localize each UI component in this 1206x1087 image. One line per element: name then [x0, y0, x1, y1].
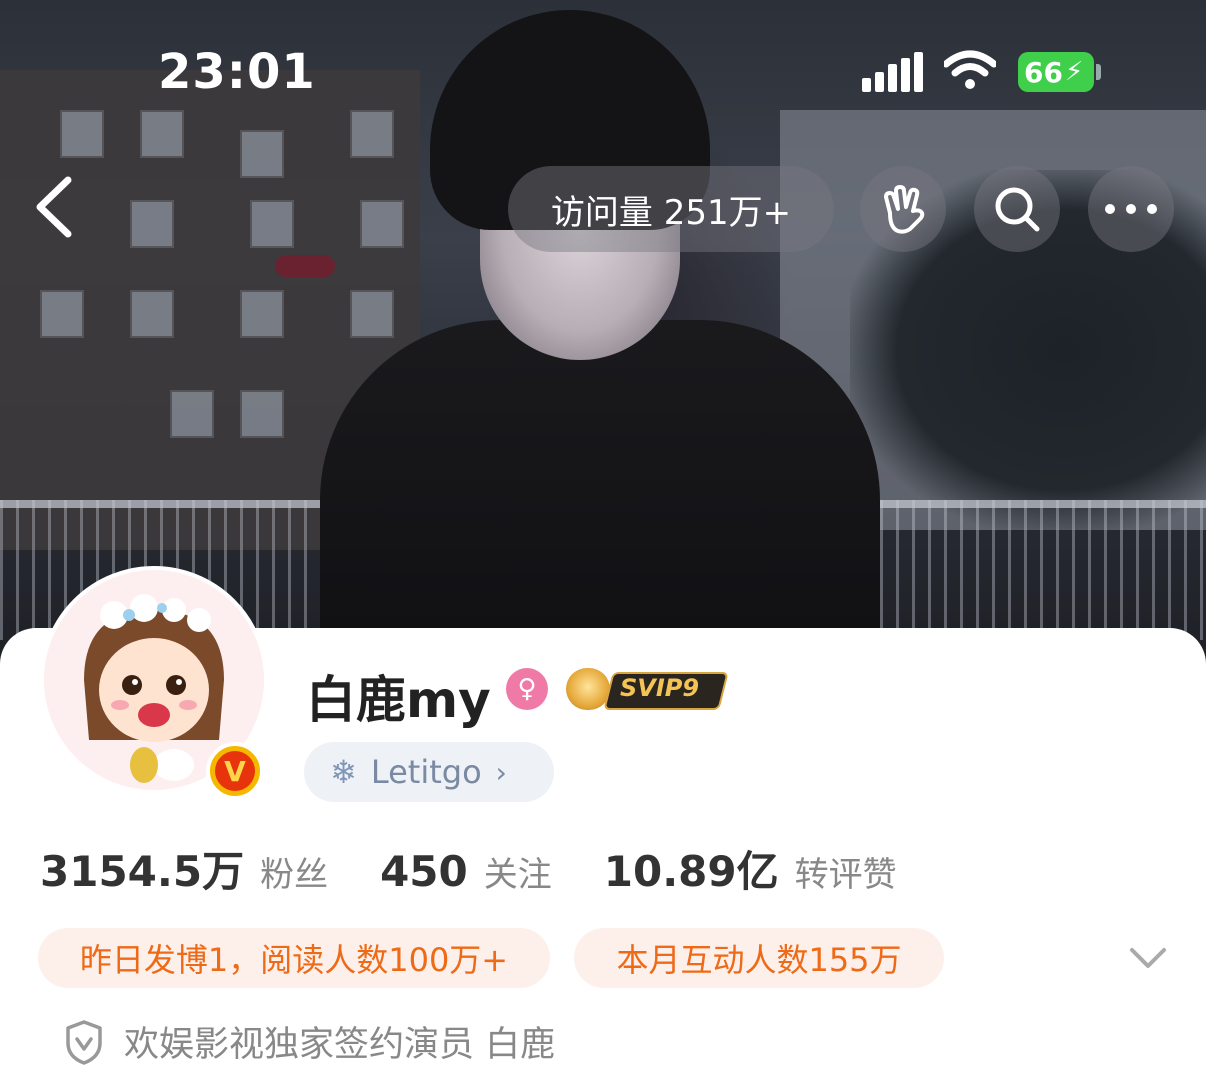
certification-text: 欢娱影视独家签约演员 白鹿	[124, 1025, 556, 1065]
followers-count[interactable]: 3154.5万	[40, 838, 244, 899]
female-icon: ♀	[506, 668, 548, 710]
window	[250, 200, 294, 248]
shield-v-icon	[66, 1019, 102, 1065]
more-button[interactable]	[1088, 166, 1174, 252]
letitgo-chip[interactable]: ❄ Letitgo ›	[304, 742, 554, 802]
window	[130, 200, 174, 248]
battery-charging-icon: 66 ⚡	[1018, 52, 1094, 92]
back-arrow-icon[interactable]	[30, 176, 80, 238]
window	[240, 390, 284, 438]
window	[240, 130, 284, 178]
search-icon	[995, 187, 1040, 232]
chevron-down-icon[interactable]	[1128, 946, 1168, 970]
chevron-right-icon: ›	[495, 755, 507, 789]
window	[40, 290, 84, 338]
chip-label: Letitgo	[370, 753, 482, 791]
username: 白鹿my	[306, 671, 491, 729]
svip-badge[interactable]: SVIP9	[566, 668, 729, 710]
svip-label: SVIP9	[620, 674, 700, 702]
status-time: 23:01	[158, 44, 316, 100]
window	[130, 290, 174, 338]
visits-counter[interactable]: 访问量 251万+	[508, 166, 834, 252]
window	[240, 290, 284, 338]
stats-row: 3154.5万 粉丝 450 关注 10.89亿 转评赞	[40, 838, 897, 898]
verified-v-icon: V	[206, 742, 264, 800]
jacket	[320, 320, 880, 680]
wifi-icon	[944, 50, 996, 89]
interactions-count[interactable]: 10.89亿	[604, 838, 779, 899]
monthly-interaction-pill[interactable]: 本月互动人数155万	[574, 928, 944, 988]
snowflake-icon: ❄	[330, 753, 357, 791]
search-button[interactable]	[974, 166, 1060, 252]
yesterday-post-pill[interactable]: 昨日发博1，阅读人数100万+	[38, 928, 550, 988]
following-label[interactable]: 关注	[484, 847, 552, 896]
battery-level: 66	[1024, 55, 1063, 89]
certification-row: 欢娱影视独家签约演员 白鹿	[64, 1016, 555, 1067]
more-dots-icon	[1105, 204, 1157, 214]
wave-hand-button[interactable]	[860, 166, 946, 252]
lips	[275, 255, 335, 277]
wave-hand-icon	[884, 185, 925, 234]
person-photo	[300, 10, 900, 680]
signal-icon	[862, 52, 924, 92]
battery-tip	[1096, 64, 1101, 80]
crown-icon	[566, 668, 610, 710]
followers-label[interactable]: 粉丝	[260, 847, 328, 896]
window	[140, 110, 184, 158]
window	[170, 390, 214, 438]
interactions-label[interactable]: 转评赞	[795, 847, 897, 896]
window	[60, 110, 104, 158]
following-count[interactable]: 450	[380, 847, 468, 896]
